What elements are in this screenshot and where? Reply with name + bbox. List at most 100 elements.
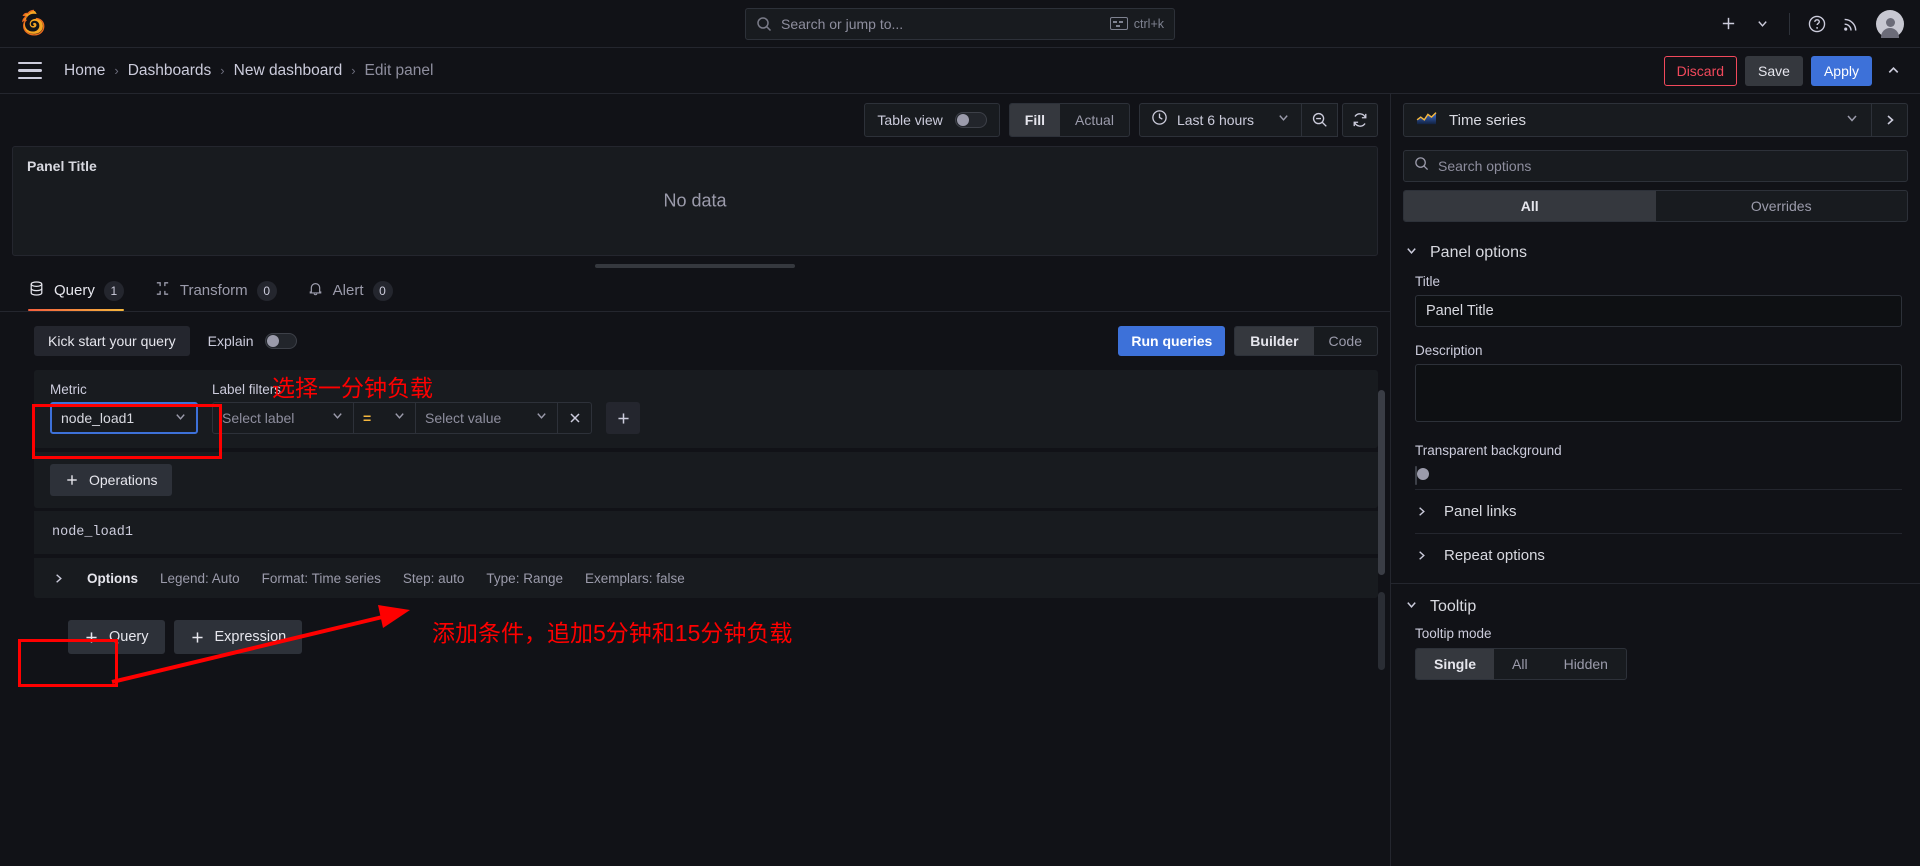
section-panel-options[interactable]: Panel options: [1391, 230, 1920, 268]
query-preview-text: node_load1: [34, 510, 1378, 554]
query-editor-header-actions: Run queries Builder Code: [1118, 326, 1378, 356]
global-search-box[interactable]: Search or jump to... ctrl+k: [745, 8, 1175, 40]
panel-resize-handle[interactable]: [595, 264, 795, 268]
panel-no-data-message: No data: [13, 191, 1377, 212]
add-query-button[interactable]: Query: [68, 620, 165, 654]
tab-alert[interactable]: Alert 0: [307, 270, 393, 311]
time-range-picker[interactable]: Last 6 hours: [1139, 103, 1302, 137]
code-mode-button[interactable]: Code: [1314, 327, 1377, 355]
news-feed-icon[interactable]: [1836, 9, 1866, 39]
breadcrumb-item-dashboards[interactable]: Dashboards: [128, 62, 212, 80]
transform-icon: [154, 280, 171, 301]
run-queries-button[interactable]: Run queries: [1118, 326, 1225, 356]
top-nav-actions: [1713, 9, 1920, 39]
help-icon[interactable]: [1802, 9, 1832, 39]
query-pane-scrollbar[interactable]: [1378, 390, 1385, 575]
zoom-out-time-range-button[interactable]: [1302, 103, 1338, 137]
options-search-box[interactable]: Search options: [1403, 150, 1908, 182]
select-label-placeholder: Select label: [222, 410, 294, 426]
query-footer-buttons: Query Expression: [34, 598, 1378, 654]
explain-toggle-group[interactable]: Explain: [208, 333, 297, 349]
query-option-exemplars: Exemplars: false: [585, 571, 685, 586]
tab-query-badge: 1: [104, 281, 124, 301]
panel-editor-main: Table view Fill Actual Last 6 hours: [0, 94, 1920, 866]
chevron-down-icon[interactable]: [1747, 9, 1777, 39]
label-filters-label: Label filters: [212, 382, 640, 397]
panel-editor-left: Table view Fill Actual Last 6 hours: [0, 94, 1390, 866]
explain-switch[interactable]: [265, 333, 297, 349]
time-range-label: Last 6 hours: [1177, 112, 1254, 128]
tab-alert-badge: 0: [373, 281, 393, 301]
select-value-dropdown[interactable]: Select value: [416, 402, 558, 434]
tooltip-mode-hidden[interactable]: Hidden: [1546, 649, 1626, 679]
add-operations-button[interactable]: Operations: [50, 464, 172, 496]
label-filters-group: Label filters Select label =: [212, 382, 640, 434]
chevron-down-icon: [1845, 111, 1859, 130]
builder-mode-button[interactable]: Builder: [1235, 327, 1313, 355]
collapse-toolbar-icon[interactable]: [1880, 56, 1906, 86]
tooltip-mode-all[interactable]: All: [1494, 649, 1546, 679]
breadcrumb-item-new-dashboard[interactable]: New dashboard: [234, 62, 343, 80]
tooltip-mode-group: Tooltip mode Single All Hidden: [1391, 622, 1920, 680]
add-expression-label: Expression: [215, 629, 287, 645]
tooltip-mode-single[interactable]: Single: [1416, 649, 1494, 679]
bell-icon: [307, 280, 324, 301]
visualization-picker-row: Time series: [1391, 94, 1920, 146]
query-option-type: Type: Range: [486, 571, 563, 586]
metric-value: node_load1: [61, 410, 134, 426]
filter-operator-value: =: [363, 410, 371, 426]
tab-overrides[interactable]: Overrides: [1656, 191, 1908, 221]
panel-description-textarea[interactable]: [1415, 364, 1902, 422]
avatar[interactable]: [1876, 10, 1904, 38]
search-shortcut-hint: ctrl+k: [1110, 17, 1164, 31]
grafana-logo-icon[interactable]: [18, 8, 50, 40]
query-pane-scrollbar-lower[interactable]: [1378, 592, 1385, 670]
panel-title-input[interactable]: [1415, 295, 1902, 327]
chevron-right-icon: [1415, 505, 1428, 518]
table-view-switch[interactable]: [955, 112, 987, 128]
filter-operator-dropdown[interactable]: =: [354, 402, 416, 434]
apply-button[interactable]: Apply: [1811, 56, 1872, 86]
metric-field-group: Metric node_load1: [50, 382, 198, 434]
explain-label: Explain: [208, 333, 254, 349]
query-editor-area: Kick start your query Explain Run querie…: [0, 312, 1390, 866]
tooltip-mode-label: Tooltip mode: [1415, 626, 1902, 641]
metric-select[interactable]: node_load1: [50, 402, 198, 434]
transparent-background-group: Transparent background: [1391, 431, 1920, 489]
tab-query[interactable]: Query 1: [28, 270, 124, 311]
query-options-row[interactable]: Options Legend: Auto Format: Time series…: [34, 558, 1378, 598]
remove-label-filter-button[interactable]: [558, 402, 592, 434]
save-button[interactable]: Save: [1745, 56, 1803, 86]
chevron-down-icon: [393, 409, 406, 427]
discard-button[interactable]: Discard: [1664, 56, 1737, 86]
panel-links-row[interactable]: Panel links: [1415, 489, 1902, 533]
fill-button[interactable]: Fill: [1010, 104, 1060, 136]
chevron-down-icon: [535, 409, 548, 427]
all-overrides-tabs: All Overrides: [1403, 190, 1908, 222]
repeat-options-row[interactable]: Repeat options: [1415, 533, 1902, 577]
panel-preview-toolbar: Table view Fill Actual Last 6 hours: [0, 94, 1390, 146]
tab-transform[interactable]: Transform 0: [154, 270, 277, 311]
kick-start-query-button[interactable]: Kick start your query: [34, 326, 190, 356]
transparent-background-switch[interactable]: [1415, 466, 1417, 485]
chevron-right-icon: ›: [114, 63, 118, 78]
actual-button[interactable]: Actual: [1060, 104, 1129, 136]
refresh-dashboard-button[interactable]: [1342, 103, 1378, 137]
section-tooltip[interactable]: Tooltip: [1391, 584, 1920, 622]
add-new-button[interactable]: [1713, 9, 1743, 39]
menu-toggle-icon[interactable]: [18, 62, 42, 80]
visualization-type-select[interactable]: Time series: [1403, 103, 1872, 137]
tab-all[interactable]: All: [1404, 191, 1656, 221]
panel-edit-actions: Discard Save Apply: [1664, 56, 1920, 86]
tooltip-mode-segmented-control: Single All Hidden: [1415, 648, 1627, 680]
breadcrumb-item-edit-panel: Edit panel: [365, 62, 434, 80]
tab-transform-label: Transform: [180, 282, 248, 299]
breadcrumb-item-home[interactable]: Home: [64, 62, 105, 80]
table-view-toggle-group[interactable]: Table view: [864, 103, 999, 137]
add-label-filter-button[interactable]: [606, 402, 640, 434]
select-label-dropdown[interactable]: Select label: [212, 402, 354, 434]
open-viz-suggestions-button[interactable]: [1872, 103, 1908, 137]
global-search-placeholder: Search or jump to...: [781, 16, 1110, 32]
add-expression-button[interactable]: Expression: [174, 620, 303, 654]
section-panel-options-title: Panel options: [1430, 244, 1527, 262]
